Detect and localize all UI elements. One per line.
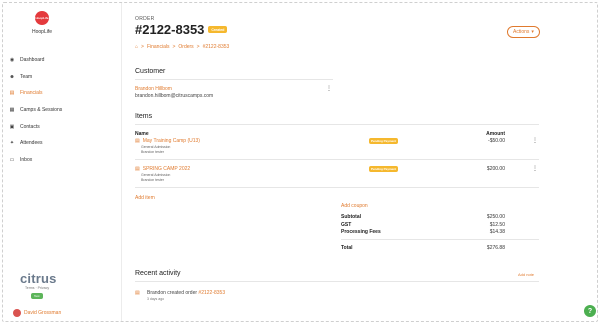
status-badge: Created <box>208 26 228 33</box>
receipt-icon: ▤ <box>135 290 140 296</box>
inbox-icon: ▭ <box>9 156 15 163</box>
chevron-down-icon: ▾ <box>531 29 534 35</box>
attendees-icon: ✦ <box>9 140 15 147</box>
item-more-icon[interactable]: ⋮ <box>532 166 538 172</box>
payment-status-badge: Pending Payment <box>369 166 399 172</box>
sidebar-item-label: Attendees <box>20 140 43 147</box>
total-label: Total <box>341 245 353 251</box>
activity-text: Brandon created order <box>147 290 199 296</box>
payment-status-badge: Pending Payment <box>369 138 399 144</box>
user-name: David Grossman <box>24 310 62 316</box>
customer-name-link[interactable]: Brandon Hillbom <box>135 86 172 92</box>
home-icon[interactable]: ⌂ <box>135 44 138 50</box>
fees-label: Processing Fees <box>341 229 381 235</box>
fees-value: $14.38 <box>489 229 505 235</box>
add-coupon-link[interactable]: Add coupon <box>341 203 368 209</box>
brand-logo: citrus <box>20 271 57 286</box>
activity-section-title: Recent activity <box>135 270 181 277</box>
customer-more-icon[interactable]: ⋮ <box>326 86 332 92</box>
actions-button[interactable]: Actions ▾ <box>507 26 540 38</box>
divider <box>135 159 539 160</box>
sidebar-item-label: Camps & Sessions <box>20 107 63 114</box>
receipt-icon: ▤ <box>135 166 140 172</box>
divider <box>341 239 539 240</box>
divider <box>135 281 539 282</box>
item-name-text: SPRING CAMP 2022 <box>142 166 191 172</box>
customer-email: brandon.hillbom@citruscamps.com <box>135 93 214 99</box>
breadcrumb-separator: > <box>196 44 200 50</box>
item-name-link[interactable]: ▤ SPRING CAMP 2022 <box>135 166 190 172</box>
user-menu[interactable]: David Grossman <box>13 309 61 317</box>
item-amount: -$50.00 <box>488 138 505 144</box>
page-title: #2122-8353 Created <box>135 22 228 37</box>
breadcrumb-separator: > <box>141 44 144 50</box>
col-amount-header: Amount <box>486 131 505 137</box>
team-icon: ☻ <box>9 73 15 80</box>
col-name-header: Name <box>135 131 149 137</box>
item-attendee: Brandon tester <box>141 150 164 154</box>
add-item-link[interactable]: Add item <box>135 195 155 201</box>
item-amount: $200.00 <box>486 166 505 172</box>
add-note-link[interactable]: Add note <box>518 272 534 277</box>
sidebar-item-label: Dashboard <box>20 57 45 64</box>
subtotal-label: Subtotal <box>341 214 361 220</box>
sidebar-item-dashboard[interactable]: ◉ Dashboard <box>7 52 117 69</box>
activity-order-link[interactable]: #2122-8353 <box>198 290 225 296</box>
avatar <box>13 309 21 317</box>
sidebar-item-label: Team <box>20 73 33 80</box>
item-name-text: May Training Camp (U13) <box>142 138 200 144</box>
activity-timestamp: 3 days ago <box>147 297 165 301</box>
main-content: ORDER #2122-8353 Created ⌂ > Financials … <box>135 0 545 324</box>
sidebar-item-camps-sessions[interactable]: ▦ Camps & Sessions <box>7 102 117 119</box>
table-row: ▤ May Training Camp (U13) General Admiss… <box>135 138 539 160</box>
breadcrumb: ⌂ > Financials > Orders > #2122-8353 <box>135 44 229 50</box>
sidebar-item-attendees[interactable]: ✦ Attendees <box>7 135 117 152</box>
breadcrumb-current: #2122-8353 <box>202 44 230 50</box>
camps-icon: ▦ <box>9 107 15 114</box>
table-row: ▤ SPRING CAMP 2022 General Admission Bra… <box>135 166 539 188</box>
sidebar-nav: ◉ Dashboard ☻ Team ▤ Financials ▦ Camps … <box>7 52 117 168</box>
help-button[interactable]: ? <box>584 305 596 317</box>
divider <box>135 124 539 125</box>
gst-label: GST <box>341 222 352 228</box>
gst-value: $12.50 <box>489 222 505 228</box>
sidebar-item-label: Financials <box>20 90 43 97</box>
items-section-title: Items <box>135 113 153 120</box>
receipt-icon: ▤ <box>135 138 140 144</box>
breadcrumb-financials[interactable]: Financials <box>147 44 170 50</box>
customer-section-title: Customer <box>135 68 166 75</box>
org-logo-text: HoopLife <box>35 16 49 20</box>
sidebar-item-contacts[interactable]: ▣ Contacts <box>7 118 117 135</box>
divider <box>135 187 539 188</box>
sidebar-item-label: Inbox <box>20 156 33 163</box>
sidebar-item-label: Contacts <box>20 123 40 130</box>
sidebar-item-inbox[interactable]: ▭ Inbox <box>7 152 117 169</box>
org-logo[interactable]: HoopLife <box>35 11 49 25</box>
item-attendee: Brandon tester <box>141 178 164 182</box>
order-number: #2122-8353 <box>135 22 205 37</box>
item-more-icon[interactable]: ⋮ <box>532 138 538 144</box>
dashboard-icon: ◉ <box>9 57 15 64</box>
divider <box>135 79 333 80</box>
actions-label: Actions <box>513 29 530 35</box>
subtotal-value: $250.00 <box>486 214 505 220</box>
activity-entry: Brandon created order #2122-8353 <box>147 290 225 296</box>
item-name-link[interactable]: ▤ May Training Camp (U13) <box>135 138 200 144</box>
breadcrumb-separator: > <box>172 44 176 50</box>
org-name: HoopLife <box>31 29 52 35</box>
financials-icon: ▤ <box>9 90 15 97</box>
total-value: $276.88 <box>486 245 505 251</box>
brand-links[interactable]: Terms · Privacy <box>25 286 49 290</box>
item-ticket-type: General Admission <box>141 145 171 149</box>
env-badge: Test <box>31 293 43 299</box>
item-ticket-type: General Admission <box>141 173 171 177</box>
sidebar-item-financials[interactable]: ▤ Financials <box>7 85 117 102</box>
breadcrumb-orders[interactable]: Orders <box>178 44 193 50</box>
contacts-icon: ▣ <box>9 123 15 130</box>
sidebar-item-team[interactable]: ☻ Team <box>7 69 117 86</box>
sidebar: HoopLife HoopLife ◉ Dashboard ☻ Team ▤ F… <box>3 3 122 321</box>
